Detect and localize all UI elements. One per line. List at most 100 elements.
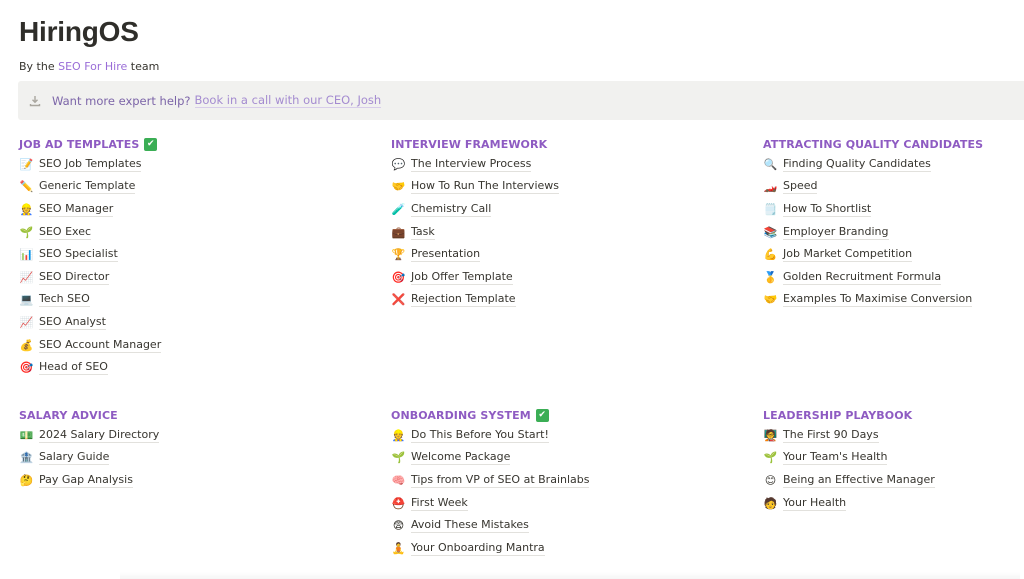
page-link-item[interactable]: 🗒️ How To Shortlist xyxy=(763,198,1023,221)
page-link-label[interactable]: Task xyxy=(411,225,435,240)
page-link-label[interactable]: Job Offer Template xyxy=(411,270,513,285)
page-link-item[interactable]: 🤔 Pay Gap Analysis xyxy=(19,469,279,492)
page-link-label[interactable]: First Week xyxy=(411,496,468,511)
target-icon: 🎯 xyxy=(19,361,34,375)
page-link-label[interactable]: Generic Template xyxy=(39,179,136,195)
page-link-item[interactable]: ❌ Rejection Template xyxy=(391,289,651,312)
page-link-item[interactable]: 🔍 Finding Quality Candidates xyxy=(763,153,1023,176)
page-link-label[interactable]: Welcome Package xyxy=(411,450,511,466)
page-link-item[interactable]: 😊 Being an Effective Manager xyxy=(763,469,1023,492)
section-title: JOB AD TEMPLATES ✔ xyxy=(19,135,279,153)
race-car-icon: 🏎️ xyxy=(763,180,778,194)
page-link-label[interactable]: Examples To Maximise Conversion xyxy=(783,292,973,308)
page-link-item[interactable]: 😨 Avoid These Mistakes xyxy=(391,514,651,537)
page-link-label[interactable]: Rejection Template xyxy=(411,292,516,308)
page-link-item[interactable]: 📚 Employer Branding xyxy=(763,221,1023,244)
page-link-item[interactable]: 🥇 Golden Recruitment Formula xyxy=(763,266,1023,289)
page-link-label[interactable]: The First 90 Days xyxy=(783,428,879,443)
laptop-icon: 💻 xyxy=(19,293,34,307)
page-link-item[interactable]: 🧑 Your Health xyxy=(763,492,1023,515)
callout-text: Want more expert help? xyxy=(52,93,191,108)
page-link-label[interactable]: Golden Recruitment Formula xyxy=(783,270,942,285)
page-link-item[interactable]: 🎯 Head of SEO xyxy=(19,356,279,379)
briefcase-icon: 💼 xyxy=(391,225,406,239)
page-link-label[interactable]: How To Shortlist xyxy=(783,202,872,217)
section-title-text: ATTRACTING QUALITY CANDIDATES xyxy=(763,137,984,151)
section-title: LEADERSHIP PLAYBOOK xyxy=(763,406,1023,424)
page-link-label[interactable]: Job Market Competition xyxy=(783,247,913,263)
page-link-item[interactable]: 🌱 Your Team's Health xyxy=(763,447,1023,470)
thinking-face-icon: 🤔 xyxy=(19,473,34,487)
page-link-label[interactable]: SEO Job Templates xyxy=(39,157,142,172)
page-link-item[interactable]: 💬 The Interview Process xyxy=(391,153,651,176)
page-link-item[interactable]: 🏎️ Speed xyxy=(763,176,1023,199)
page-link-item[interactable]: ⛑️ First Week xyxy=(391,492,651,515)
section-job-ad-templates: JOB AD TEMPLATES ✔ 📝 SEO Job Templates ✏️ G… xyxy=(19,135,279,379)
page-link-item[interactable]: 🤝 How To Run The Interviews xyxy=(391,176,651,199)
page-link-label[interactable]: How To Run The Interviews xyxy=(411,179,559,195)
page-link-label[interactable]: Your Health xyxy=(783,496,847,511)
person-icon: 🧑 xyxy=(763,496,778,510)
page-link-item[interactable]: 💻 Tech SEO xyxy=(19,289,279,312)
page-link-item[interactable]: 💰 SEO Account Manager xyxy=(19,334,279,357)
page-link-item[interactable]: 🧪 Chemistry Call xyxy=(391,198,651,221)
byline-suffix: team xyxy=(130,60,160,73)
bank-icon: 🏦 xyxy=(19,451,34,465)
page-link-label[interactable]: Avoid These Mistakes xyxy=(411,518,529,534)
page-link-label[interactable]: Head of SEO xyxy=(39,360,108,376)
page-link-label[interactable]: Your Team's Health xyxy=(783,450,888,466)
page-link-item[interactable]: 🧘 Your Onboarding Mantra xyxy=(391,537,651,560)
page-link-label[interactable]: Being an Effective Manager xyxy=(783,473,935,488)
page-link-item[interactable]: 📈 SEO Director xyxy=(19,266,279,289)
page-link-item[interactable]: 💵 2024 Salary Directory xyxy=(19,424,279,447)
page-link-label[interactable]: The Interview Process xyxy=(411,157,532,172)
page-link-item[interactable]: 💼 Task xyxy=(391,221,651,244)
seo-for-hire-link[interactable]: SEO For Hire xyxy=(58,60,127,73)
page-link-item[interactable]: 🏆 Presentation xyxy=(391,243,651,266)
page-link-item[interactable]: 🎯 Job Offer Template xyxy=(391,266,651,289)
speech-bubble-icon: 💬 xyxy=(391,157,406,171)
page-link-item[interactable]: 🌱 SEO Exec xyxy=(19,221,279,244)
page-link-label[interactable]: Salary Guide xyxy=(39,450,110,466)
page-link-label[interactable]: Pay Gap Analysis xyxy=(39,473,133,488)
page-link-item[interactable]: 🤝 Examples To Maximise Conversion xyxy=(763,289,1023,312)
page-link-label[interactable]: SEO Analyst xyxy=(39,315,106,330)
page-link-item[interactable]: 💪 Job Market Competition xyxy=(763,243,1023,266)
page-link-item[interactable]: 📝 SEO Job Templates xyxy=(19,153,279,176)
byline: By the SEO For Hire team xyxy=(19,60,159,73)
page-link-item[interactable]: 🌱 Welcome Package xyxy=(391,447,651,470)
page-link-label[interactable]: Finding Quality Candidates xyxy=(783,157,931,172)
page-link-label[interactable]: Tips from VP of SEO at Brainlabs xyxy=(411,473,590,488)
page-link-label[interactable]: Tech SEO xyxy=(39,292,90,308)
page-link-item[interactable]: ✏️ Generic Template xyxy=(19,176,279,199)
page-link-label[interactable]: 2024 Salary Directory xyxy=(39,428,160,443)
page-link-label[interactable]: Employer Branding xyxy=(783,225,889,240)
page-link-label[interactable]: Speed xyxy=(783,179,818,195)
download-icon xyxy=(28,94,42,108)
page-link-item[interactable]: 🧠 Tips from VP of SEO at Brainlabs xyxy=(391,469,651,492)
page-link-label[interactable]: Presentation xyxy=(411,247,481,263)
page-link-label[interactable]: Your Onboarding Mantra xyxy=(411,541,545,556)
handshake-icon: 🤝 xyxy=(391,180,406,194)
book-call-link[interactable]: Book in a call with our CEO, Josh xyxy=(194,93,382,108)
page-link-item[interactable]: 👷 Do This Before You Start! xyxy=(391,424,651,447)
page-link-label[interactable]: SEO Account Manager xyxy=(39,338,162,353)
smile-face-icon: 😊 xyxy=(764,473,777,487)
page-link-item[interactable]: 👷 SEO Manager xyxy=(19,198,279,221)
page-link-label[interactable]: SEO Specialist xyxy=(39,247,118,263)
seedling-icon: 🌱 xyxy=(391,451,406,465)
memo-icon: 📝 xyxy=(19,157,34,171)
page-link-label[interactable]: SEO Exec xyxy=(39,225,92,240)
page-link-item[interactable]: 🏦 Salary Guide xyxy=(19,447,279,470)
section-onboarding-system: ONBOARDING SYSTEM ✔ 👷 Do This Before You … xyxy=(391,406,651,560)
page-link-label[interactable]: SEO Manager xyxy=(39,202,114,217)
page-link-label[interactable]: SEO Director xyxy=(39,270,110,285)
page-link-label[interactable]: Chemistry Call xyxy=(411,202,492,217)
section-interview-framework: INTERVIEW FRAMEWORK 💬 The Interview Proce… xyxy=(391,135,651,311)
page-link-item[interactable]: 📈 SEO Analyst xyxy=(19,311,279,334)
page-link-item[interactable]: 🧑‍🏫 The First 90 Days xyxy=(763,424,1023,447)
page-link-label[interactable]: Do This Before You Start! xyxy=(411,428,549,443)
page-link-item[interactable]: 📊 SEO Specialist xyxy=(19,243,279,266)
section-title-text: SALARY ADVICE xyxy=(19,408,118,422)
section-title-text: JOB AD TEMPLATES xyxy=(19,137,140,151)
